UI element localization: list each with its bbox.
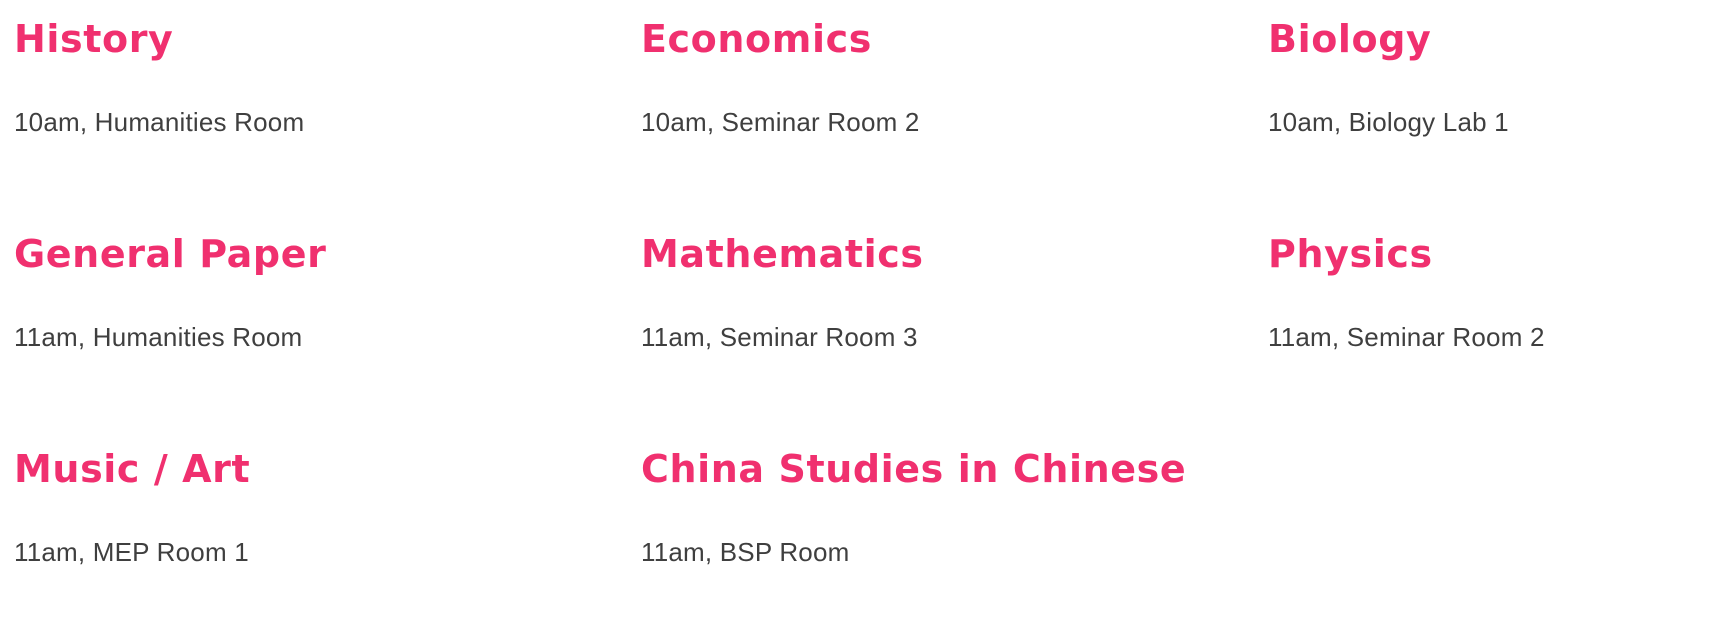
subject-title: History (14, 17, 174, 61)
subject-session-economics: Economics 10am, Seminar Room 2 (641, 16, 1201, 137)
subject-time-room: 11am, BSP Room (641, 537, 850, 567)
subject-time-room: 10am, Seminar Room 2 (641, 107, 920, 137)
subject-session-music-art: Music / Art 11am, MEP Room 1 (14, 446, 574, 567)
subject-session-physics: Physics 11am, Seminar Room 2 (1268, 231, 1724, 352)
subject-title: Mathematics (641, 232, 924, 276)
subject-time-room: 10am, Humanities Room (14, 107, 305, 137)
subject-session-china-studies-in-chinese: China Studies in Chinese 11am, BSP Room (641, 446, 1201, 567)
subject-time-room: 10am, Biology Lab 1 (1268, 107, 1509, 137)
subject-title: Biology (1268, 17, 1432, 61)
subject-time-room: 11am, Humanities Room (14, 322, 303, 352)
subject-session-mathematics: Mathematics 11am, Seminar Room 3 (641, 231, 1201, 352)
subject-session-biology: Biology 10am, Biology Lab 1 (1268, 16, 1724, 137)
subject-title: General Paper (14, 232, 327, 276)
subject-schedule-grid: History 10am, Humanities Room Economics … (0, 0, 1724, 632)
subject-time-room: 11am, Seminar Room 2 (1268, 322, 1545, 352)
subject-title: Physics (1268, 232, 1433, 276)
subject-session-general-paper: General Paper 11am, Humanities Room (14, 231, 574, 352)
subject-title: China Studies in Chinese (641, 447, 1187, 491)
subject-title: Music / Art (14, 447, 251, 491)
subject-title: Economics (641, 17, 872, 61)
subject-session-history: History 10am, Humanities Room (14, 16, 574, 137)
subject-time-room: 11am, MEP Room 1 (14, 537, 249, 567)
subject-time-room: 11am, Seminar Room 3 (641, 322, 918, 352)
